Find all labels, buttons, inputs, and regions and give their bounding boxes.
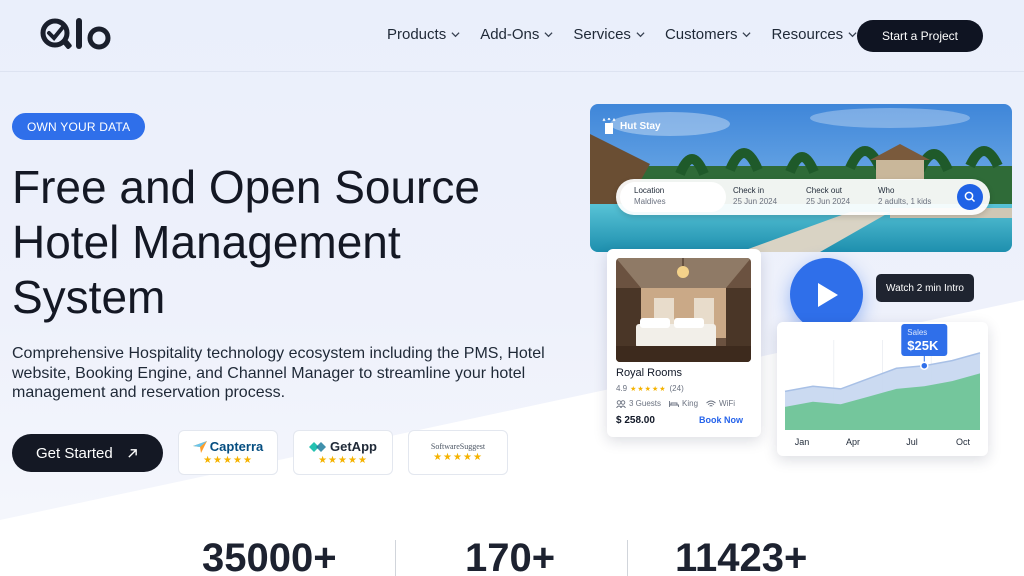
bedroom-image [616,258,751,362]
nav-label: Services [573,26,631,43]
stat-divider [395,540,396,576]
hero-description: Comprehensive Hospitality technology eco… [12,345,545,401]
capterra-stars: ★★★★★ [203,455,253,466]
capterra-name: Capterra [192,439,263,454]
bed-icon [669,400,679,407]
hut-stay-brand: Hut Stay [602,118,661,134]
chevron-down-icon [451,32,460,38]
room-features: 3 Guests King WiFi [616,399,735,408]
search-icon [964,191,976,203]
location-field[interactable]: Location Maldives [634,185,666,207]
nav-add-ons[interactable]: Add-Ons [480,26,553,43]
play-icon [817,282,838,307]
capterra-review-badge[interactable]: Capterra ★★★★★ [178,430,278,475]
capterra-logo-icon [192,440,207,453]
stat-value: 11423+ [675,536,808,576]
play-video-button[interactable] [790,258,863,331]
highlight-point [920,361,929,370]
nav-label: Add-Ons [480,26,540,43]
nav-label: Customers [664,26,738,43]
nav-label: Resources [771,26,844,43]
room-rating: 4.9 ★★★★★ (24) [616,384,684,393]
tooltip-value: $25K [907,338,939,353]
room-title: Royal Rooms [616,367,683,379]
chevron-down-icon [742,32,752,38]
guests-field[interactable]: Who 2 adults, 1 kids [878,185,931,207]
softwaresuggest-review-badge[interactable]: SoftwareSuggest ★★★★★ [408,430,508,475]
softwaresuggest-name: SoftwareSuggest [430,442,486,451]
site-header: Products Add-Ons Services Customers Reso… [0,0,1024,72]
chevron-down-icon [636,32,645,38]
stat-divider [627,540,628,576]
stat-value: 170+ [465,536,556,576]
wifi-feature: WiFi [706,399,735,408]
getapp-review-badge[interactable]: GetApp ★★★★★ [293,430,393,475]
sales-chart: Sales $25K Jan Apr Jul Oct [777,322,988,456]
booking-search-bar[interactable]: Location Maldives Check in 25 Jun 2024 C… [616,179,990,215]
logo-mark-icon [40,18,111,50]
getapp-stars: ★★★★★ [318,455,368,466]
getapp-name: GetApp [309,439,377,454]
nav-label: Products [387,26,447,43]
room-photo [616,258,751,362]
logo[interactable] [40,16,114,52]
page-title: Free and Open Source Hotel Management Sy… [12,161,480,323]
x-tick-label: Jan [795,437,810,447]
room-card[interactable]: Royal Rooms 4.9 ★★★★★ (24) 3 Guests King… [607,249,761,437]
bed-feature: King [669,399,698,408]
start-project-button[interactable]: Start a Project [857,20,983,52]
book-now-link[interactable]: Book Now [699,415,743,425]
check-in-field[interactable]: Check in 25 Jun 2024 [733,185,777,207]
getapp-logo-icon [309,441,327,452]
chevron-down-icon [848,32,857,38]
sales-chart-svg: Sales$25K Jan Apr Jul Oct [784,324,981,447]
watch-intro-label[interactable]: Watch 2 min Intro [876,274,974,302]
get-started-button[interactable]: Get Started [12,434,163,472]
chevron-down-icon [544,32,553,38]
x-tick-label: Jul [906,437,918,447]
arrow-up-right-icon [128,448,137,458]
search-button[interactable] [957,184,983,210]
resort-hero-image: Hut Stay Location Maldives Check in 25 J… [590,104,1012,252]
nav-customers[interactable]: Customers [665,26,752,43]
tooltip-label: Sales [907,328,927,337]
users-icon [616,399,626,408]
room-price: $ 258.00 [616,415,655,426]
nav-resources[interactable]: Resources [771,26,857,43]
check-out-field[interactable]: Check out 25 Jun 2024 [806,185,850,207]
get-started-label: Get Started [36,444,113,462]
stat-value: 35000+ [202,536,337,576]
hotel-building-icon [602,118,616,134]
x-tick-label: Apr [846,437,860,447]
nav-services[interactable]: Services [573,26,645,43]
nav-products[interactable]: Products [387,26,460,43]
own-data-badge: OWN YOUR DATA [12,113,146,140]
guests-feature: 3 Guests [616,399,661,408]
softwaresuggest-stars: ★★★★★ [433,452,483,463]
main-nav: Products Add-Ons Services Customers Reso… [387,26,857,43]
x-tick-label: Oct [956,437,971,447]
wifi-icon [706,400,716,407]
